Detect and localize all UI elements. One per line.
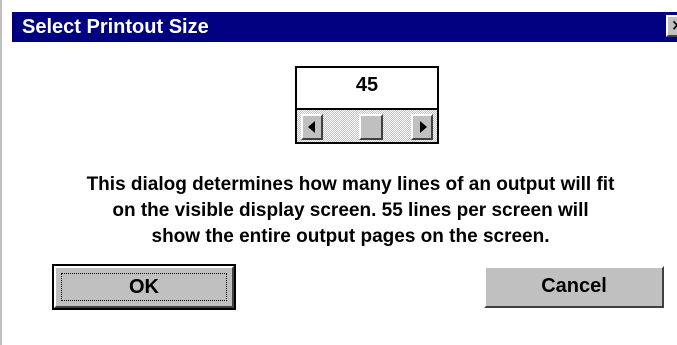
arrow-left-icon: [308, 121, 315, 133]
scroll-thumb[interactable]: [359, 114, 383, 140]
description-line-1: This dialog determines how many lines of…: [86, 174, 615, 195]
scroll-left-button[interactable]: [301, 114, 323, 140]
arrow-right-icon: [420, 121, 427, 133]
dialog-title: Select Printout Size: [22, 16, 209, 38]
close-icon: ×: [671, 17, 677, 34]
ok-button-label: OK: [61, 273, 227, 301]
cancel-button[interactable]: Cancel: [484, 266, 664, 308]
lines-value-display: 45: [295, 66, 439, 110]
description-line-2: on the visible display screen. 55 lines …: [112, 200, 589, 221]
lines-scrollbar[interactable]: [295, 110, 439, 144]
select-printout-size-dialog: Select Printout Size × 45 This dialog de…: [0, 0, 677, 345]
description-line-3: show the entire output pages on the scre…: [151, 226, 550, 247]
scroll-right-button[interactable]: [411, 114, 433, 140]
description-text: This dialog determines how many lines of…: [22, 172, 677, 250]
title-bar[interactable]: Select Printout Size ×: [12, 12, 677, 42]
close-button[interactable]: ×: [666, 15, 677, 37]
ok-button[interactable]: OK: [52, 264, 236, 310]
